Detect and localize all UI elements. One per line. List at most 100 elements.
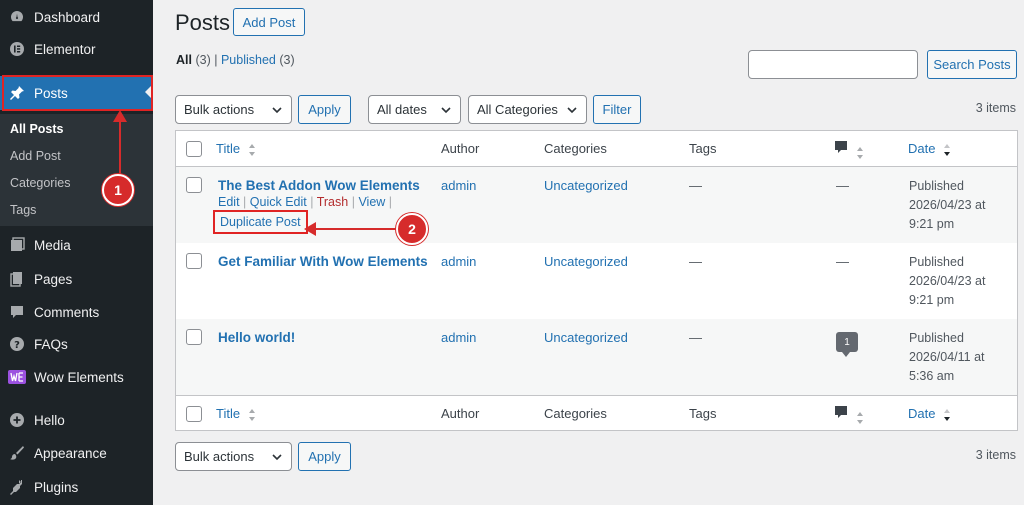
filter-separator: | <box>214 53 221 67</box>
filter-published-count: (3) <box>279 53 295 67</box>
category-link[interactable]: Uncategorized <box>544 330 628 345</box>
pages-icon <box>7 269 27 289</box>
table-header: Title Author Categories Tags Date <box>176 131 1017 167</box>
add-post-button[interactable]: Add Post <box>233 8 305 36</box>
wow-elements-icon <box>7 367 27 387</box>
post-title-link[interactable]: The Best Addon Wow Elements <box>218 178 420 193</box>
help-icon: ? <box>7 334 27 354</box>
annotation-badge-2: 2 <box>396 213 428 245</box>
admin-sidebar: Dashboard Elementor Posts All Posts Add … <box>0 0 153 505</box>
submenu-add-post[interactable]: Add Post <box>10 149 61 163</box>
filter-button[interactable]: Filter <box>593 95 641 124</box>
plus-circle-icon <box>7 410 27 430</box>
menu-item-comments[interactable]: Comments <box>0 297 153 327</box>
media-icon <box>7 235 27 255</box>
menu-item-appearance[interactable]: Appearance <box>0 438 153 468</box>
plugin-icon <box>7 477 27 497</box>
menu-item-wow-elements[interactable]: Wow Elements <box>0 362 153 392</box>
submenu-all-posts[interactable]: All Posts <box>10 122 64 136</box>
column-title-footer[interactable]: Title <box>216 406 256 422</box>
comments-value: — <box>836 254 849 269</box>
table-row: Hello world! admin Uncategorized — 1 Pub… <box>176 319 1017 395</box>
edit-link[interactable]: Edit <box>218 195 240 209</box>
comment-icon <box>835 141 847 153</box>
category-link[interactable]: Uncategorized <box>544 178 628 193</box>
author-link[interactable]: admin <box>441 254 476 269</box>
column-comments[interactable] <box>834 140 864 160</box>
column-comments-footer[interactable] <box>834 405 864 425</box>
comments-icon <box>7 302 27 322</box>
column-date-footer[interactable]: Date <box>908 406 951 422</box>
menu-item-elementor[interactable]: Elementor <box>0 34 153 64</box>
row-checkbox[interactable] <box>186 177 202 193</box>
category-link[interactable]: Uncategorized <box>544 254 628 269</box>
filter-published-link[interactable]: Published <box>221 53 276 67</box>
filter-all-link[interactable]: All <box>176 53 192 67</box>
svg-text:?: ? <box>14 340 20 351</box>
post-title-link[interactable]: Get Familiar With Wow Elements <box>218 254 428 269</box>
author-link[interactable]: admin <box>441 330 476 345</box>
view-link[interactable]: View <box>358 195 385 209</box>
highlight-posts-menu <box>2 75 153 111</box>
row-actions: Edit | Quick Edit | Trash | View | <box>218 195 393 209</box>
search-posts-button[interactable]: Search Posts <box>927 50 1017 79</box>
column-date[interactable]: Date <box>908 141 951 157</box>
search-input[interactable] <box>748 50 918 79</box>
column-tags: Tags <box>689 141 717 156</box>
items-count-bottom: 3 items <box>975 448 1016 462</box>
tags-value: — <box>689 330 702 345</box>
items-count-top: 3 items <box>975 101 1016 115</box>
column-tags-footer: Tags <box>689 406 717 421</box>
menu-item-pages[interactable]: Pages <box>0 264 153 294</box>
post-title-link[interactable]: Hello world! <box>218 330 295 345</box>
bulk-actions-select-bottom[interactable]: Bulk actions <box>175 442 292 471</box>
sort-icon <box>856 411 863 424</box>
comments-value: — <box>836 178 849 193</box>
chevron-down-icon <box>272 454 282 461</box>
menu-item-plugins[interactable]: Plugins <box>0 472 153 502</box>
bulk-actions-select-top[interactable]: Bulk actions <box>175 95 292 124</box>
filter-all-count: (3) <box>195 53 211 67</box>
dashboard-icon <box>7 7 27 27</box>
dates-filter-select[interactable]: All dates <box>368 95 461 124</box>
quick-edit-link[interactable]: Quick Edit <box>250 195 307 209</box>
status-filter-links: All (3) | Published (3) <box>176 53 295 67</box>
menu-item-dashboard[interactable]: Dashboard <box>0 2 153 32</box>
main-content: Posts Add Post All (3) | Published (3) S… <box>153 0 1024 505</box>
posts-table: Title Author Categories Tags Date The Be… <box>175 130 1018 431</box>
duplicate-post-link[interactable]: Duplicate Post <box>213 210 308 234</box>
row-checkbox[interactable] <box>186 253 202 269</box>
submenu-categories[interactable]: Categories <box>10 176 70 190</box>
submenu-tags[interactable]: Tags <box>10 203 36 217</box>
select-all-checkbox[interactable] <box>186 141 202 157</box>
column-author: Author <box>441 141 480 156</box>
menu-item-hello[interactable]: Hello <box>0 405 153 435</box>
table-footer: Title Author Categories Tags Date <box>176 395 1017 431</box>
page-title: Posts <box>175 10 231 35</box>
date-cell: Published 2026/04/23 at 9:21 pm <box>909 255 986 307</box>
sort-desc-icon <box>944 143 951 156</box>
column-title[interactable]: Title <box>216 141 256 157</box>
date-cell: Published 2026/04/23 at 9:21 pm <box>909 179 986 231</box>
brush-icon <box>7 443 27 463</box>
column-author-footer: Author <box>441 406 480 421</box>
select-all-checkbox-bottom[interactable] <box>186 406 202 422</box>
chevron-down-icon <box>441 107 451 114</box>
row-checkbox[interactable] <box>186 329 202 345</box>
sort-icon <box>248 408 255 421</box>
elementor-icon <box>7 39 27 59</box>
categories-filter-select[interactable]: All Categories <box>468 95 587 124</box>
apply-button-bottom[interactable]: Apply <box>298 442 351 471</box>
comment-count-bubble[interactable]: 1 <box>836 332 858 357</box>
menu-item-faqs[interactable]: ? FAQs <box>0 329 153 359</box>
date-cell: Published 2026/04/11 at 5:36 am <box>909 331 985 383</box>
author-link[interactable]: admin <box>441 178 476 193</box>
annotation-arrow-1 <box>113 110 127 176</box>
menu-item-media[interactable]: Media <box>0 230 153 260</box>
trash-link[interactable]: Trash <box>317 195 349 209</box>
tags-value: — <box>689 178 702 193</box>
column-categories: Categories <box>544 141 607 156</box>
apply-button-top[interactable]: Apply <box>298 95 351 124</box>
sort-icon <box>856 146 863 159</box>
tags-value: — <box>689 254 702 269</box>
